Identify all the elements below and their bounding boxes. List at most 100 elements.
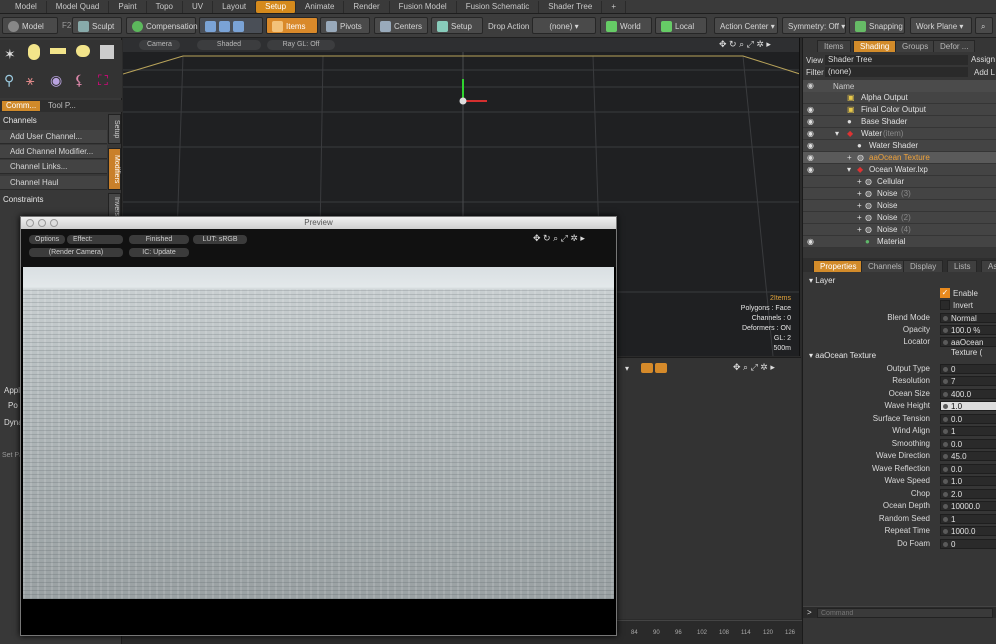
tab-channels[interactable]: Channels: [861, 260, 909, 272]
close-icon[interactable]: [26, 219, 34, 227]
camera-select[interactable]: Camera: [139, 40, 180, 50]
lut-select[interactable]: LUT: sRGB: [193, 235, 247, 244]
bone-tool-icon[interactable]: ⚸: [74, 72, 84, 89]
add-tab-button[interactable]: +: [602, 0, 626, 13]
shading-select[interactable]: Shaded: [197, 40, 261, 50]
prop-field[interactable]: 45.0: [940, 451, 996, 461]
expand-icon[interactable]: +: [847, 152, 852, 164]
preview-nav-icons[interactable]: ✥ ↻ ⌕ ⤢ ✲ ▸: [533, 233, 585, 244]
world-button[interactable]: World: [600, 17, 652, 34]
add-user-channel-button[interactable]: Add User Channel...: [0, 130, 107, 144]
tree-row[interactable]: ◉ ● Material: [803, 236, 996, 248]
tab-uv[interactable]: UV: [183, 0, 214, 13]
tree-row[interactable]: ◉ ▣ Final Color Output: [803, 104, 996, 116]
prop-field[interactable]: 7: [940, 376, 996, 386]
options-button[interactable]: Options: [29, 235, 66, 244]
tab-render[interactable]: Render: [344, 0, 390, 13]
prop-field[interactable]: 400.0: [940, 389, 996, 399]
items-button[interactable]: Items: [266, 17, 318, 34]
eye-icon[interactable]: ◉: [807, 152, 814, 164]
deformer-tool-icon[interactable]: ◉: [50, 72, 62, 89]
centers-button[interactable]: Centers: [374, 17, 428, 34]
tab-commands[interactable]: Comm...: [2, 101, 41, 111]
tree-row[interactable]: ◉ ● Water Shader: [803, 140, 996, 152]
tab-topo[interactable]: Topo: [147, 0, 183, 13]
minimize-icon[interactable]: [38, 219, 46, 227]
action-center-select[interactable]: Action Center ▾: [714, 17, 778, 34]
preview-titlebar[interactable]: Preview: [21, 217, 616, 229]
lower-nav-icons[interactable]: ✥ ⌕ ⤢ ✲ ▸: [733, 362, 775, 373]
tab-fusion-model[interactable]: Fusion Model: [390, 0, 457, 13]
tree-row[interactable]: + ◍ Noise (2): [803, 212, 996, 224]
prop-field[interactable]: 10000.0: [940, 501, 996, 511]
selection-mode-group[interactable]: [199, 17, 263, 34]
key-button[interactable]: [641, 363, 653, 373]
channel-haul-button[interactable]: Channel Haul: [0, 176, 107, 190]
symmetry-select[interactable]: Symmetry: Off ▾: [782, 17, 846, 34]
prop-field-editing[interactable]: 1.0: [940, 401, 996, 411]
pivots-button[interactable]: Pivots: [320, 17, 370, 34]
tab-items[interactable]: Items: [817, 40, 851, 52]
opacity-field[interactable]: 100.0 %: [940, 325, 996, 335]
sphere-tool-icon[interactable]: [76, 45, 90, 57]
eye-icon[interactable]: ◉: [807, 104, 814, 116]
enable-checkbox[interactable]: ✓: [940, 288, 950, 298]
tree-row[interactable]: ◉ ▾ ◆ Ocean Water.lxp: [803, 164, 996, 176]
zoom-icon[interactable]: [50, 219, 58, 227]
tab-animate[interactable]: Animate: [296, 0, 345, 13]
filter-select[interactable]: (none): [825, 67, 968, 77]
prop-field[interactable]: 0.0: [940, 464, 996, 474]
tab-groups[interactable]: Groups: [895, 40, 936, 52]
tab-shading[interactable]: Shading: [853, 40, 897, 52]
command-input[interactable]: [817, 608, 993, 618]
prop-field[interactable]: 2.0: [940, 489, 996, 499]
expand-icon[interactable]: ▾: [835, 128, 839, 140]
setup-button[interactable]: Setup: [431, 17, 483, 34]
locator-tool-icon[interactable]: ⛶: [98, 72, 108, 89]
tab-display[interactable]: Display: [903, 260, 944, 272]
transform-tool-icon[interactable]: ✶: [4, 46, 16, 63]
ellipse-tool-icon[interactable]: [28, 44, 40, 60]
prop-field[interactable]: 1: [940, 514, 996, 524]
tab-deformers[interactable]: Defor ...: [933, 40, 976, 52]
mode-button[interactable]: Model: [2, 17, 58, 34]
joint-tool-icon[interactable]: ⚲: [4, 72, 14, 89]
chevron-down-icon[interactable]: ▾: [625, 364, 629, 373]
tab-setup-vertical[interactable]: Setup: [108, 114, 121, 144]
drop-action-select[interactable]: (none) ▾: [532, 17, 596, 34]
expand-icon[interactable]: +: [857, 212, 862, 224]
tree-row[interactable]: ▣ Alpha Output: [803, 92, 996, 104]
prop-field[interactable]: 1: [940, 426, 996, 436]
eye-icon[interactable]: ◉: [807, 140, 814, 152]
effect-select[interactable]: Effect: (Shadin...: [67, 235, 123, 244]
preview-window[interactable]: Preview Options Effect: (Shadin... Finis…: [20, 216, 617, 636]
work-plane-select[interactable]: Work Plane ▾: [910, 17, 972, 34]
eye-icon[interactable]: ◉: [807, 128, 814, 140]
channel-links-button[interactable]: Channel Links...: [0, 160, 107, 174]
tree-row[interactable]: + ◍ Noise (3): [803, 188, 996, 200]
raygl-select[interactable]: Ray GL: Off: [267, 40, 335, 50]
expand-icon[interactable]: +: [857, 200, 862, 212]
cube-tool-icon[interactable]: [100, 45, 114, 59]
tab-model[interactable]: Model: [6, 0, 47, 13]
add-layer-button[interactable]: Add L: [974, 68, 995, 77]
timeline[interactable]: 84 90 96 102 108 114 120 126: [617, 620, 802, 644]
snapping-button[interactable]: Snapping: [849, 17, 905, 34]
tab-model-quad[interactable]: Model Quad: [47, 0, 110, 13]
tree-row[interactable]: + ◍ Noise: [803, 200, 996, 212]
prop-field[interactable]: 0: [940, 364, 996, 374]
autokey-button[interactable]: [655, 363, 667, 373]
expand-icon[interactable]: +: [857, 224, 862, 236]
tree-row[interactable]: ◉ ● Base Shader: [803, 116, 996, 128]
prop-field[interactable]: 0: [940, 539, 996, 549]
add-channel-modifier-button[interactable]: Add Channel Modifier...: [0, 145, 107, 159]
tree-row[interactable]: + ◍ Cellular: [803, 176, 996, 188]
tab-setup[interactable]: Setup: [256, 0, 297, 13]
tab-properties[interactable]: Properties: [813, 260, 864, 272]
tree-row[interactable]: ◉ ▾ ◆ Water (item): [803, 128, 996, 140]
invert-checkbox[interactable]: [940, 300, 950, 310]
expand-icon[interactable]: +: [857, 188, 862, 200]
tree-row-selected[interactable]: ◉ + ◍ aaOcean Texture: [803, 152, 996, 164]
search-button[interactable]: ⌕: [975, 17, 993, 34]
local-button[interactable]: Local: [655, 17, 707, 34]
